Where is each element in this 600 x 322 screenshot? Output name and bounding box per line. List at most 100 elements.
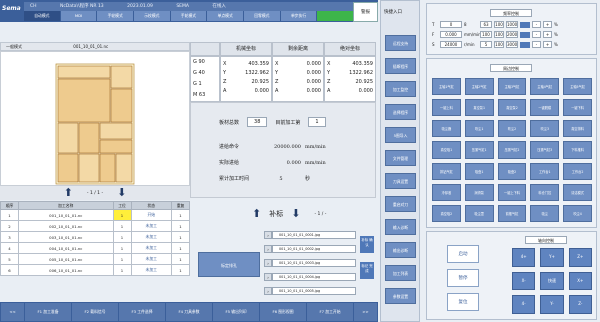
- peripheral-button[interactable]: 主轴4气缸: [530, 78, 560, 96]
- row-file-name[interactable]: 005_10_01_01.nc: [18, 253, 114, 265]
- peripheral-button[interactable]: 真空泵2: [497, 99, 527, 117]
- table-row[interactable]: 1 001_10_01_01.nc 1 开始 1: [0, 209, 190, 221]
- reset-button[interactable]: 复位: [447, 293, 479, 311]
- quick-remote-support[interactable]: 远程支持: [385, 35, 416, 51]
- fkey-f2[interactable]: F2 载料信号: [72, 303, 118, 321]
- peripheral-button[interactable]: 压紧气缸1: [464, 141, 494, 159]
- fkey-f5[interactable]: F5 输出列印: [213, 303, 259, 321]
- jog-button[interactable]: 4+: [512, 248, 536, 267]
- offset-file-name[interactable]: 001_10_01_01_0004.jpg: [272, 273, 356, 281]
- jog-button[interactable]: X-: [512, 271, 536, 291]
- peripheral-button[interactable]: 压紧气缸3: [530, 141, 560, 159]
- quick-machining-list[interactable]: 加工列表: [385, 265, 416, 281]
- peripheral-button[interactable]: 吸尘器: [432, 120, 461, 138]
- quick-break-program[interactable]: 插断程序: [385, 58, 416, 74]
- quick-output-diagnostics[interactable]: 输出诊断: [385, 242, 416, 258]
- feed-max[interactable]: 2000: [506, 31, 518, 38]
- offset-down-arrow-icon[interactable]: ⬇: [291, 208, 300, 220]
- peripheral-button[interactable]: 一键下料: [563, 99, 592, 117]
- quick-retool[interactable]: 重启对刀: [385, 196, 416, 212]
- jog-button[interactable]: Y+: [540, 248, 564, 267]
- feed-override[interactable]: 63: [480, 21, 492, 28]
- peripheral-button[interactable]: 吸盘2: [497, 162, 527, 180]
- row-status[interactable]: 未加工: [130, 253, 172, 265]
- row-file-name[interactable]: 006_10_01_01.nc: [18, 264, 114, 276]
- feed-inc-button[interactable]: +: [543, 41, 552, 48]
- calibrate-hole-button[interactable]: 标定排孔: [198, 252, 260, 277]
- start-button[interactable]: 启动: [447, 245, 479, 263]
- peripheral-button[interactable]: 吹尘2: [497, 120, 527, 138]
- row-status[interactable]: 未加工: [130, 231, 172, 243]
- peripheral-button[interactable]: 工作台2: [563, 162, 592, 180]
- peripheral-button[interactable]: 吹尘4: [563, 204, 592, 222]
- feed-inc-button[interactable]: +: [543, 31, 552, 38]
- peripheral-button[interactable]: 压紧气缸2: [497, 141, 527, 159]
- table-row[interactable]: 3 003_10_01_01.nc 1 未加工 1: [0, 231, 190, 243]
- quick-import[interactable]: 5图导入: [385, 127, 416, 143]
- jog-button[interactable]: X+: [568, 271, 592, 291]
- row-status[interactable]: 未加工: [130, 264, 172, 276]
- offset-row[interactable]: › 001_10_01_01_0001.jpg: [264, 230, 356, 240]
- feed-percent[interactable]: 100: [494, 31, 504, 38]
- peripheral-button[interactable]: 真空吸1: [432, 141, 461, 159]
- offset-file-name[interactable]: 001_10_01_01_0002.jpg: [272, 245, 356, 253]
- mode-single-point[interactable]: 单点模式: [207, 11, 244, 21]
- peripheral-button[interactable]: 一键脱模: [530, 99, 560, 117]
- mode-mdi[interactable]: MDI: [60, 11, 97, 21]
- peripheral-button[interactable]: 前推气缸: [497, 204, 527, 222]
- peripheral-button[interactable]: 料仓门控: [530, 183, 560, 201]
- row-file-name[interactable]: 004_10_01_01.nc: [18, 242, 114, 254]
- jog-button[interactable]: 快速: [540, 271, 564, 291]
- page-up-arrow-icon[interactable]: ⬆: [64, 187, 73, 199]
- feed-inc-button[interactable]: +: [543, 21, 552, 28]
- peripheral-button[interactable]: 吹尘3: [530, 120, 560, 138]
- row-file-name[interactable]: 001_10_01_01.nc: [18, 209, 114, 221]
- peripheral-button[interactable]: 冷却液: [432, 183, 461, 201]
- feed-override[interactable]: 5: [480, 41, 492, 48]
- offset-row[interactable]: › 001_10_01_01_0002.jpg: [264, 244, 356, 254]
- table-row[interactable]: 2 002_10_01_01.nc 1 未加工 1: [0, 220, 190, 232]
- peripheral-button[interactable]: 真空吸2: [432, 204, 461, 222]
- peripheral-button[interactable]: 清洁模式: [563, 183, 592, 201]
- feed-dec-button[interactable]: -: [532, 21, 541, 28]
- alarm-button[interactable]: 警报: [353, 2, 378, 22]
- peripheral-button[interactable]: 吹尘1: [464, 120, 494, 138]
- fkey-f6[interactable]: F6 图形视图: [260, 303, 306, 321]
- quick-parameter-settings[interactable]: 参数设置: [385, 288, 416, 304]
- peripheral-button[interactable]: 工作台1: [530, 162, 560, 180]
- jog-button[interactable]: Y-: [540, 295, 564, 314]
- peripheral-button[interactable]: 主轴3气缸: [497, 78, 527, 96]
- fkey-f7[interactable]: F7 加工开始: [307, 303, 353, 321]
- quick-select-program[interactable]: 选择程序: [385, 104, 416, 120]
- peripheral-button[interactable]: 主轴2气缸: [464, 78, 494, 96]
- offset-file-name[interactable]: 001_10_01_01_0005.jpg: [272, 287, 356, 295]
- mode-handwheel-2[interactable]: 手轮模式: [170, 11, 207, 21]
- peripheral-button[interactable]: 一键上料: [432, 99, 461, 117]
- mode-single-step[interactable]: 单步执行: [280, 11, 317, 21]
- quick-input-diagnostics[interactable]: 输入诊断: [385, 219, 416, 235]
- feed-dec-button[interactable]: -: [532, 41, 541, 48]
- feed-percent[interactable]: 100: [494, 21, 504, 28]
- peripheral-button[interactable]: 真空排料: [563, 120, 592, 138]
- table-row[interactable]: 6 006_10_01_01.nc 1 未加工 1: [0, 264, 190, 276]
- row-status[interactable]: 未加工: [130, 220, 172, 232]
- feed-max[interactable]: 3000: [506, 41, 518, 48]
- row-file-name[interactable]: 002_10_01_01.nc: [18, 220, 114, 232]
- feed-override[interactable]: 100: [480, 31, 492, 38]
- jog-button[interactable]: Z+: [568, 248, 592, 267]
- feed-slider[interactable]: [520, 41, 530, 48]
- peripheral-button[interactable]: 吸盘1: [464, 162, 494, 180]
- pause-button[interactable]: 暂停: [447, 269, 479, 287]
- feed-slider[interactable]: [520, 21, 530, 28]
- mode-home[interactable]: 回零模式: [244, 11, 280, 21]
- offset-row[interactable]: › 001_10_01_01_0005.jpg: [264, 286, 356, 296]
- row-status[interactable]: 未加工: [130, 242, 172, 254]
- layout-mode-tab[interactable]: 一般模式: [6, 44, 22, 49]
- mode-auto[interactable]: 自动模式: [24, 11, 60, 21]
- feed-dec-button[interactable]: -: [532, 31, 541, 38]
- peripheral-button[interactable]: 主轴5气缸: [563, 78, 592, 96]
- fkey-f4[interactable]: F4 刀具参数: [166, 303, 212, 321]
- table-row[interactable]: 4 004_10_01_01.nc 1 未加工 1: [0, 242, 190, 254]
- fkey-f3[interactable]: F3 工件选择: [119, 303, 165, 321]
- feed-percent[interactable]: 100: [494, 41, 504, 48]
